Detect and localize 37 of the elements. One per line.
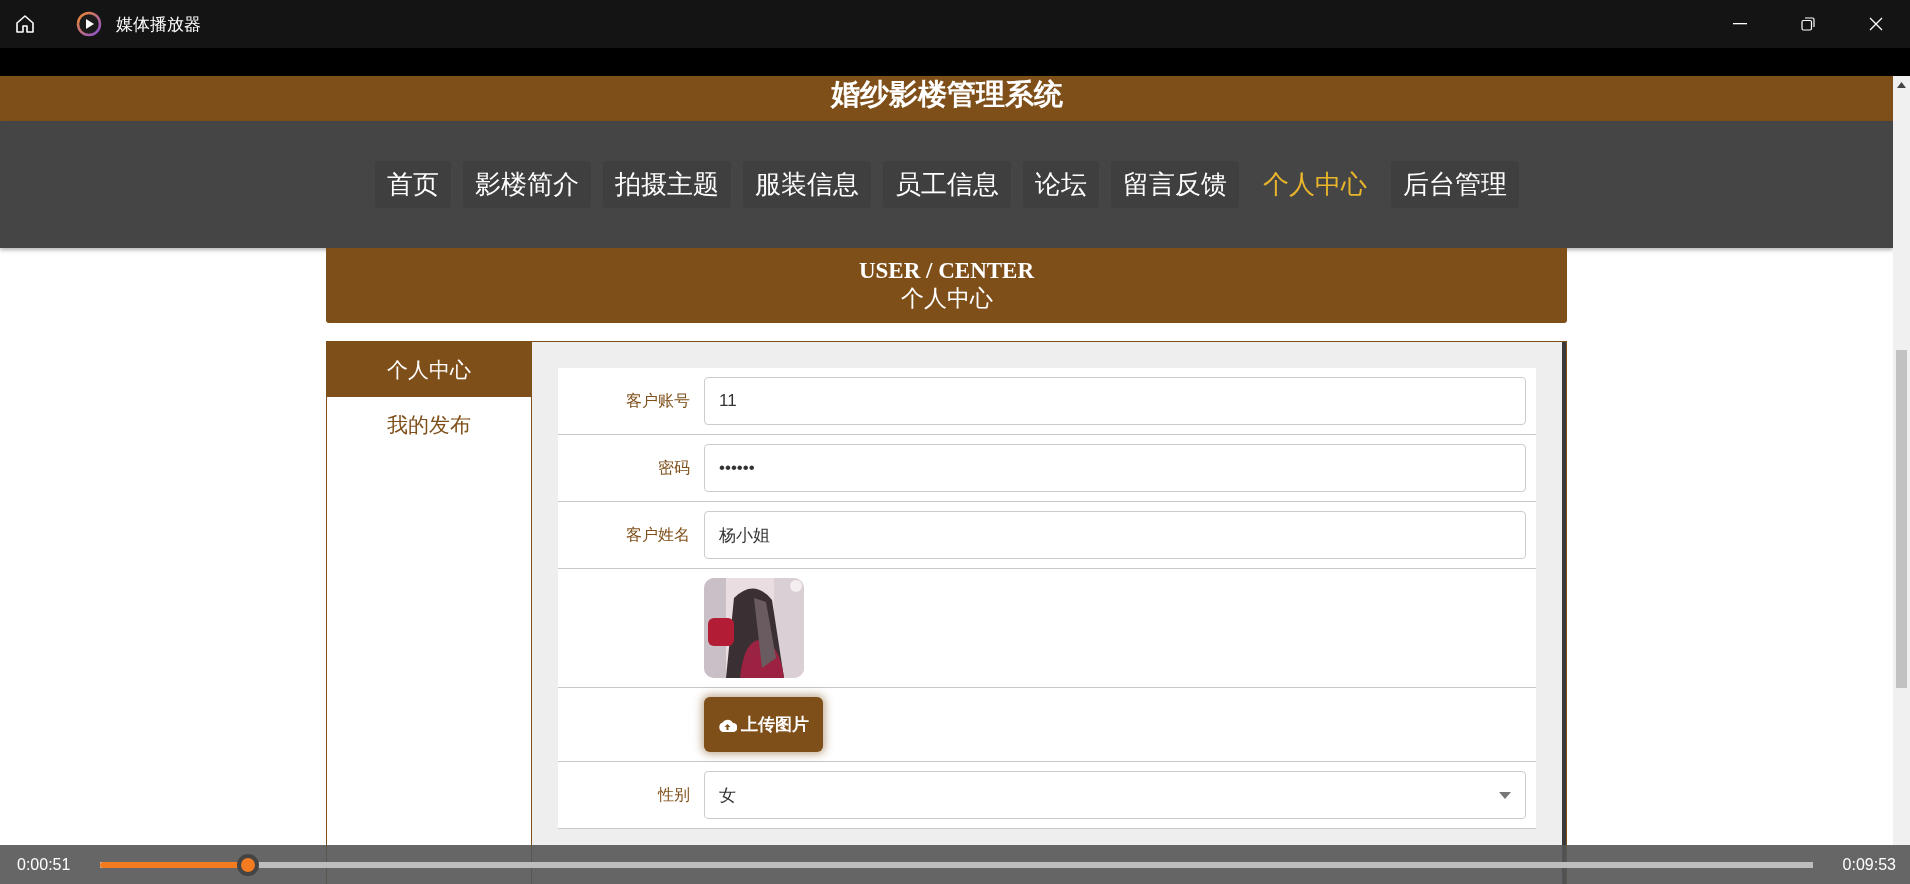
close-icon <box>1869 17 1883 31</box>
nav-link[interactable]: 服装信息 <box>742 161 871 208</box>
site-title: 婚纱影楼管理系统 <box>830 77 1063 112</box>
banner-subtitle: USER / CENTER <box>858 259 1035 282</box>
nav-link[interactable]: 后台管理 <box>1390 161 1519 208</box>
sidebar-item[interactable]: 个人中心 <box>327 342 531 397</box>
nav-link[interactable]: 个人中心 <box>1250 161 1379 208</box>
field-label: 客户姓名 <box>625 524 691 545</box>
cloud-upload-icon <box>718 717 737 732</box>
duration-time: 0:09:53 <box>1842 855 1896 874</box>
upload-image-button[interactable]: 上传图片 <box>704 697 823 752</box>
home-icon[interactable] <box>14 13 36 35</box>
field-label: 性别 <box>656 784 691 805</box>
input-field[interactable]: 11 <box>704 377 1526 425</box>
nav-link[interactable]: 论坛 <box>1022 161 1099 208</box>
scrollbar-thumb[interactable] <box>1896 350 1907 688</box>
seek-handle[interactable] <box>236 853 259 876</box>
nav-link[interactable]: 留言反馈 <box>1110 161 1239 208</box>
input-field[interactable]: •••••• <box>704 444 1526 492</box>
elapsed-time: 0:00:51 <box>17 855 71 874</box>
nav-link[interactable]: 影楼简介 <box>462 161 591 208</box>
scrollbar[interactable] <box>1893 76 1910 845</box>
scroll-up-icon[interactable] <box>1897 82 1906 88</box>
input-field[interactable]: 杨小姐 <box>704 511 1526 559</box>
field-label: 密码 <box>657 457 691 478</box>
sidebar-item[interactable]: 我的发布 <box>327 397 531 452</box>
window-title: 媒体播放器 <box>116 13 201 36</box>
restore-icon <box>1801 17 1815 31</box>
nav-link[interactable]: 首页 <box>374 161 451 208</box>
play-logo-icon <box>76 11 102 37</box>
nav-link[interactable]: 员工信息 <box>882 161 1011 208</box>
field-label: 客户账号 <box>625 390 691 411</box>
dropdown-caret-icon <box>1499 791 1511 799</box>
nav-link[interactable]: 拍摄主题 <box>602 161 731 208</box>
select-field[interactable]: 女 <box>704 771 1526 819</box>
minimize-icon <box>1733 23 1747 25</box>
banner-title: 个人中心 <box>900 285 993 312</box>
